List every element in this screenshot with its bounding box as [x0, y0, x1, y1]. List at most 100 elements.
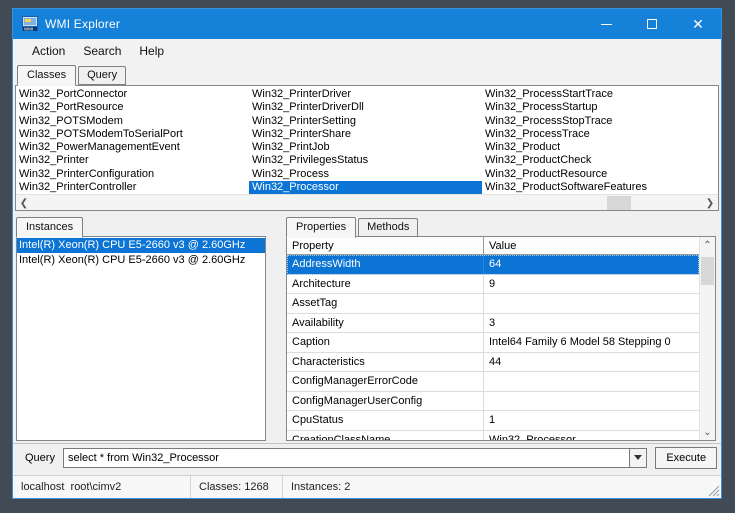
window-controls: ✕: [583, 9, 721, 39]
maximize-button[interactable]: [629, 9, 675, 39]
close-button[interactable]: ✕: [675, 9, 721, 39]
property-name-cell: ConfigManagerUserConfig: [287, 392, 484, 411]
property-name-cell: Characteristics: [287, 353, 484, 372]
class-item[interactable]: Win32_ProcessStopTrace: [482, 115, 702, 128]
property-value-cell: [484, 294, 699, 313]
scroll-right-button[interactable]: ❯: [702, 195, 718, 211]
class-item[interactable]: Win32_PortConnector: [16, 88, 249, 101]
property-value-cell: [484, 372, 699, 391]
instance-item[interactable]: Intel(R) Xeon(R) CPU E5-2660 v3 @ 2.60GH…: [17, 238, 265, 253]
table-row[interactable]: Architecture9: [287, 275, 699, 295]
class-item[interactable]: Win32_PrinterSetting: [249, 115, 482, 128]
resize-grip[interactable]: [707, 484, 720, 497]
scroll-down-button[interactable]: ⌄: [700, 424, 715, 440]
class-column: Win32_ProcessStartTraceWin32_ProcessStar…: [482, 87, 702, 195]
tab-classes[interactable]: Classes: [17, 65, 76, 86]
class-item[interactable]: Win32_PrintJob: [249, 141, 482, 154]
horizontal-scrollbar[interactable]: ❮ ❯: [16, 194, 718, 210]
vertical-scrollbar[interactable]: ⌃ ⌄: [699, 237, 715, 440]
property-value-cell: 9: [484, 275, 699, 294]
class-item[interactable]: Win32_POTSModemToSerialPort: [16, 128, 249, 141]
class-item[interactable]: Win32_PrivilegesStatus: [249, 154, 482, 167]
wmi-explorer-window: WMI WMI Explorer ✕ ActionSearchHelp Clas…: [12, 8, 722, 499]
class-item[interactable]: Win32_ProductSoftwareFeatures: [482, 181, 702, 194]
chevron-down-icon: [634, 455, 642, 460]
menu-item-search[interactable]: Search: [74, 41, 130, 61]
class-item[interactable]: Win32_PrinterDriverDll: [249, 101, 482, 114]
property-value-cell: 44: [484, 353, 699, 372]
table-row[interactable]: Availability3: [287, 314, 699, 334]
table-row[interactable]: CaptionIntel64 Family 6 Model 58 Steppin…: [287, 333, 699, 353]
status-bar: localhost root\cimv2Classes: 1268Instanc…: [13, 475, 721, 498]
status-panel: Instances: 2: [283, 476, 721, 498]
query-bar: Query Execute: [13, 443, 721, 471]
class-item[interactable]: Win32_PowerManagementEvent: [16, 141, 249, 154]
execute-button[interactable]: Execute: [655, 447, 717, 469]
tab-instances[interactable]: Instances: [16, 217, 83, 238]
table-row[interactable]: Characteristics44: [287, 353, 699, 373]
instances-list[interactable]: Intel(R) Xeon(R) CPU E5-2660 v3 @ 2.60GH…: [16, 236, 266, 441]
lower-split-area: Instances Intel(R) Xeon(R) CPU E5-2660 v…: [13, 211, 721, 443]
title-bar[interactable]: WMI WMI Explorer ✕: [13, 9, 721, 39]
menu-bar: ActionSearchHelp: [13, 39, 721, 62]
property-value-cell: [484, 392, 699, 411]
class-item[interactable]: Win32_PrinterShare: [249, 128, 482, 141]
menu-item-help[interactable]: Help: [130, 41, 173, 61]
svg-text:WMI: WMI: [24, 27, 33, 32]
class-item[interactable]: Win32_Processor: [249, 181, 482, 194]
query-dropdown-button[interactable]: [629, 449, 646, 467]
table-row[interactable]: CreationClassNameWin32_Processor: [287, 431, 699, 441]
table-row[interactable]: AddressWidth64: [287, 255, 699, 275]
column-header-value[interactable]: Value: [484, 237, 699, 254]
class-item[interactable]: Win32_Printer: [16, 154, 249, 167]
property-value-cell: Intel64 Family 6 Model 58 Stepping 0: [484, 333, 699, 352]
app-icon: WMI: [22, 16, 39, 32]
status-panel: Classes: 1268: [191, 476, 283, 498]
minimize-icon: [601, 24, 612, 25]
property-name-cell: Availability: [287, 314, 484, 333]
window-title: WMI Explorer: [45, 17, 120, 31]
property-value-cell: 64: [484, 255, 699, 274]
query-input[interactable]: [64, 449, 629, 467]
scroll-up-button[interactable]: ⌃: [700, 237, 715, 253]
class-item[interactable]: Win32_PrinterDriver: [249, 88, 482, 101]
query-label: Query: [25, 452, 55, 464]
class-column: Win32_PortConnectorWin32_PortResourceWin…: [16, 87, 249, 195]
property-name-cell: Architecture: [287, 275, 484, 294]
minimize-button[interactable]: [583, 9, 629, 39]
main-tabstrip: Classes Query: [13, 62, 721, 85]
table-row[interactable]: ConfigManagerErrorCode: [287, 372, 699, 392]
class-item[interactable]: Win32_PrinterController: [16, 181, 249, 194]
property-name-cell: CreationClassName: [287, 431, 484, 441]
horizontal-scrollbar-thumb[interactable]: [607, 196, 631, 210]
class-item[interactable]: Win32_Product: [482, 141, 702, 154]
table-row[interactable]: CpuStatus1: [287, 411, 699, 431]
property-name-cell: CpuStatus: [287, 411, 484, 430]
menu-item-action[interactable]: Action: [23, 41, 74, 61]
class-item[interactable]: Win32_ProcessStartup: [482, 101, 702, 114]
table-row[interactable]: AssetTag: [287, 294, 699, 314]
class-item[interactable]: Win32_ProductResource: [482, 168, 702, 181]
class-item[interactable]: Win32_Process: [249, 168, 482, 181]
vertical-scrollbar-thumb[interactable]: [701, 257, 714, 285]
classes-panel: Win32_PortConnectorWin32_PortResourceWin…: [15, 85, 719, 211]
class-item[interactable]: Win32_ProductCheck: [482, 154, 702, 167]
class-item[interactable]: Win32_ProcessTrace: [482, 128, 702, 141]
properties-table[interactable]: PropertyValueAddressWidth64Architecture9…: [287, 237, 699, 440]
property-name-cell: AddressWidth: [287, 255, 484, 274]
classes-list[interactable]: Win32_PortConnectorWin32_PortResourceWin…: [16, 87, 702, 195]
class-item[interactable]: Win32_ProcessStartTrace: [482, 88, 702, 101]
class-item[interactable]: Win32_PrinterConfiguration: [16, 168, 249, 181]
tab-methods[interactable]: Methods: [358, 218, 418, 237]
column-header-property[interactable]: Property: [287, 237, 484, 254]
maximize-icon: [647, 19, 657, 29]
close-icon: ✕: [692, 17, 704, 31]
table-row[interactable]: ConfigManagerUserConfig: [287, 392, 699, 412]
class-item[interactable]: Win32_PortResource: [16, 101, 249, 114]
query-combobox[interactable]: [63, 448, 647, 468]
scroll-left-button[interactable]: ❮: [16, 195, 32, 211]
tab-properties[interactable]: Properties: [286, 217, 356, 238]
tab-query[interactable]: Query: [78, 66, 126, 85]
instance-item[interactable]: Intel(R) Xeon(R) CPU E5-2660 v3 @ 2.60GH…: [17, 253, 265, 268]
class-item[interactable]: Win32_POTSModem: [16, 115, 249, 128]
